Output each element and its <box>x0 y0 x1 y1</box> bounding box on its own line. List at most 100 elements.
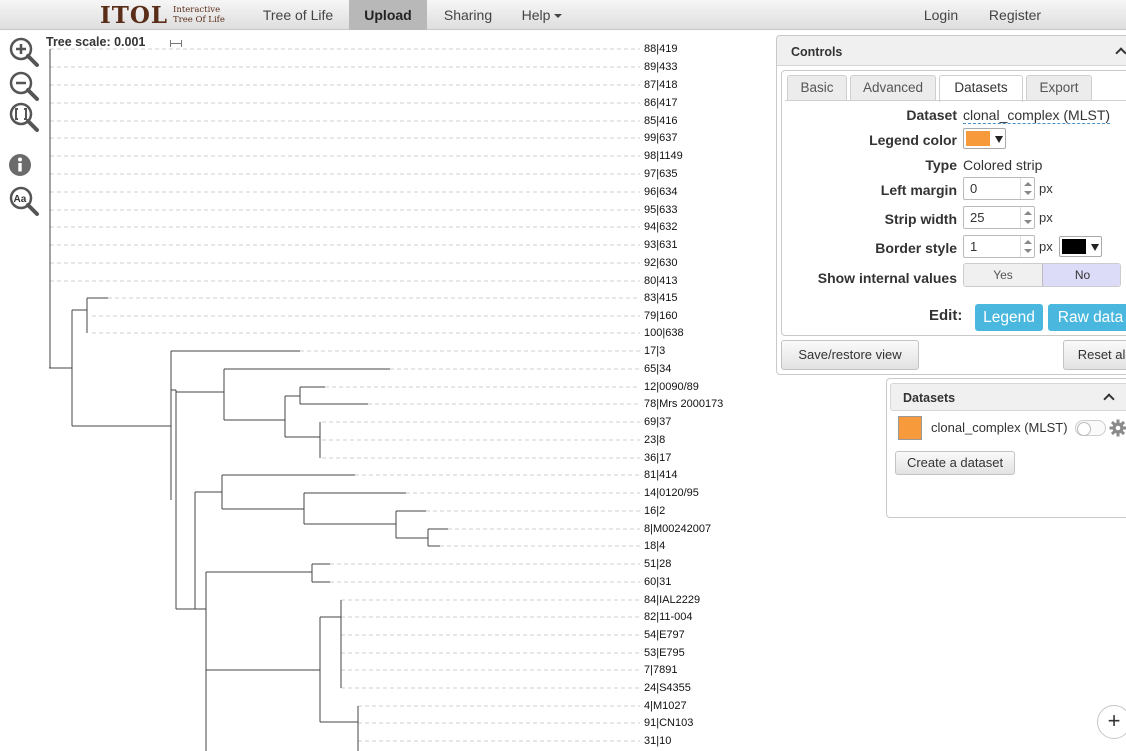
leaf-label[interactable]: 54|E797 <box>644 629 685 642</box>
reset-all-button[interactable]: Reset all <box>1063 340 1126 370</box>
dataset-visibility-toggle[interactable] <box>1075 420 1106 436</box>
legend-color-picker[interactable] <box>963 128 1006 149</box>
dropdown-arrow-icon <box>995 136 1003 143</box>
tab-divider <box>785 100 1126 101</box>
leaf-label[interactable]: 23|8 <box>644 434 665 447</box>
leaf-label[interactable]: 8|M00242007 <box>644 523 711 536</box>
leaf-label[interactable]: 12|0090/89 <box>644 381 699 394</box>
zoom-out-icon[interactable] <box>8 70 40 102</box>
leaf-label[interactable]: 100|638 <box>644 327 684 340</box>
info-icon[interactable] <box>8 150 40 182</box>
strip-width-label: Strip width <box>884 211 957 227</box>
leaf-label[interactable]: 82|11-004 <box>644 611 693 624</box>
border-style-value: 1 <box>970 239 978 254</box>
nav-register[interactable]: Register <box>980 0 1050 30</box>
controls-panel: Controls Basic Advanced Datasets Export … <box>776 35 1126 375</box>
edit-label: Edit: <box>929 307 963 324</box>
leaf-label[interactable]: 81|414 <box>644 469 677 482</box>
leaf-label[interactable]: 53|E795 <box>644 647 685 660</box>
leaf-label[interactable]: 86|417 <box>644 97 677 110</box>
border-style-stepper[interactable]: 1 <box>963 235 1035 258</box>
chevron-up-icon[interactable] <box>1103 393 1115 405</box>
tab-basic[interactable]: Basic <box>787 75 847 100</box>
leaf-label[interactable]: 60|31 <box>644 576 671 589</box>
leaf-label[interactable]: 18|4 <box>644 540 665 553</box>
datasets-title: Datasets <box>903 391 956 405</box>
legend-color-label: Legend color <box>869 132 957 148</box>
controls-title: Controls <box>791 45 843 59</box>
leaf-label[interactable]: 24|S4355 <box>644 682 691 695</box>
dataset-label: Dataset <box>906 107 957 123</box>
border-color-swatch <box>1062 239 1086 254</box>
leaf-label[interactable]: 31|10 <box>644 735 671 748</box>
gear-icon[interactable] <box>1109 419 1126 437</box>
controls-header[interactable]: Controls <box>777 36 1126 66</box>
strip-width-stepper[interactable]: 25 <box>963 206 1035 229</box>
font-size-icon[interactable]: Aa <box>8 185 40 217</box>
toggle-no-button[interactable]: No <box>1042 264 1120 286</box>
leaf-label[interactable]: 78|Mrs 2000173 <box>644 398 723 411</box>
tree-scale-label: Tree scale: 0.001 <box>46 35 146 49</box>
leaf-label[interactable]: 89|433 <box>644 61 677 74</box>
datasets-header[interactable]: Datasets <box>890 383 1126 411</box>
stepper-arrows-icon[interactable] <box>1020 236 1034 257</box>
leaf-label[interactable]: 69|37 <box>644 416 671 429</box>
edit-legend-button[interactable]: Legend <box>975 304 1043 331</box>
zoom-in-icon[interactable] <box>8 36 40 68</box>
leaf-label[interactable]: 91|CN103 <box>644 717 693 730</box>
left-margin-label: Left margin <box>880 182 957 198</box>
strip-width-unit: px <box>1039 210 1053 225</box>
leaf-label[interactable]: 16|2 <box>644 505 665 518</box>
leaf-label[interactable]: 93|631 <box>644 239 677 252</box>
left-margin-unit: px <box>1039 181 1053 196</box>
leaf-label[interactable]: 80|413 <box>644 275 677 288</box>
strip-width-value: 25 <box>970 210 985 225</box>
leaf-label[interactable]: 87|418 <box>644 79 677 92</box>
leaf-label[interactable]: 83|415 <box>644 292 677 305</box>
leaf-label[interactable]: 96|634 <box>644 186 677 199</box>
left-margin-value: 0 <box>970 181 978 196</box>
leaf-label[interactable]: 65|34 <box>644 363 671 376</box>
tree-scale-bar <box>170 40 182 47</box>
show-internal-toggle: Yes No <box>963 263 1121 287</box>
leaf-label[interactable]: 98|1149 <box>644 150 683 163</box>
leaf-label[interactable]: 88|419 <box>644 43 677 56</box>
leaf-label[interactable]: 36|17 <box>644 452 671 465</box>
type-label: Type <box>925 157 957 173</box>
fit-view-icon[interactable] <box>8 101 40 133</box>
border-color-picker[interactable] <box>1059 236 1102 257</box>
leaf-label[interactable]: 51|28 <box>644 558 671 571</box>
svg-text:Aa: Aa <box>14 194 27 205</box>
leaf-label[interactable]: 94|632 <box>644 221 677 234</box>
datasets-panel: Datasets clonal_complex (MLST) Create a … <box>886 378 1126 518</box>
toggle-yes-button[interactable]: Yes <box>964 264 1042 286</box>
leaf-label[interactable]: 92|630 <box>644 257 677 270</box>
edit-raw-data-button[interactable]: Raw data <box>1048 304 1126 331</box>
nav-login[interactable]: Login <box>914 0 968 30</box>
leaf-label[interactable]: 17|3 <box>644 345 665 358</box>
chevron-up-icon[interactable] <box>1115 47 1126 59</box>
leaf-label[interactable]: 99|637 <box>644 132 677 145</box>
leaf-label[interactable]: 4|M1027 <box>644 700 687 713</box>
left-margin-stepper[interactable]: 0 <box>963 177 1035 200</box>
save-restore-view-button[interactable]: Save/restore view <box>781 340 919 370</box>
leaf-label[interactable]: 79|160 <box>644 310 677 323</box>
tab-advanced[interactable]: Advanced <box>850 75 936 100</box>
leaf-label[interactable]: 95|633 <box>644 204 677 217</box>
dataset-name[interactable]: clonal_complex (MLST) <box>931 420 1068 435</box>
tab-export[interactable]: Export <box>1026 75 1092 100</box>
add-button[interactable]: + <box>1097 705 1126 739</box>
leaf-label[interactable]: 97|635 <box>644 168 677 181</box>
dataset-select[interactable]: clonal_complex (MLST) <box>963 107 1111 124</box>
leaf-label[interactable]: 84|IAL2229 <box>644 594 700 607</box>
legend-color-swatch <box>966 131 990 146</box>
leaf-label[interactable]: 85|416 <box>644 115 677 128</box>
leaf-label[interactable]: 7|7891 <box>644 664 677 677</box>
leaf-guide-lines <box>50 48 640 742</box>
stepper-arrows-icon[interactable] <box>1020 178 1034 199</box>
tab-datasets[interactable]: Datasets <box>939 75 1023 102</box>
type-value: Colored strip <box>963 157 1043 173</box>
stepper-arrows-icon[interactable] <box>1020 207 1034 228</box>
leaf-label[interactable]: 14|0120/95 <box>644 487 699 500</box>
create-dataset-button[interactable]: Create a dataset <box>895 451 1015 475</box>
